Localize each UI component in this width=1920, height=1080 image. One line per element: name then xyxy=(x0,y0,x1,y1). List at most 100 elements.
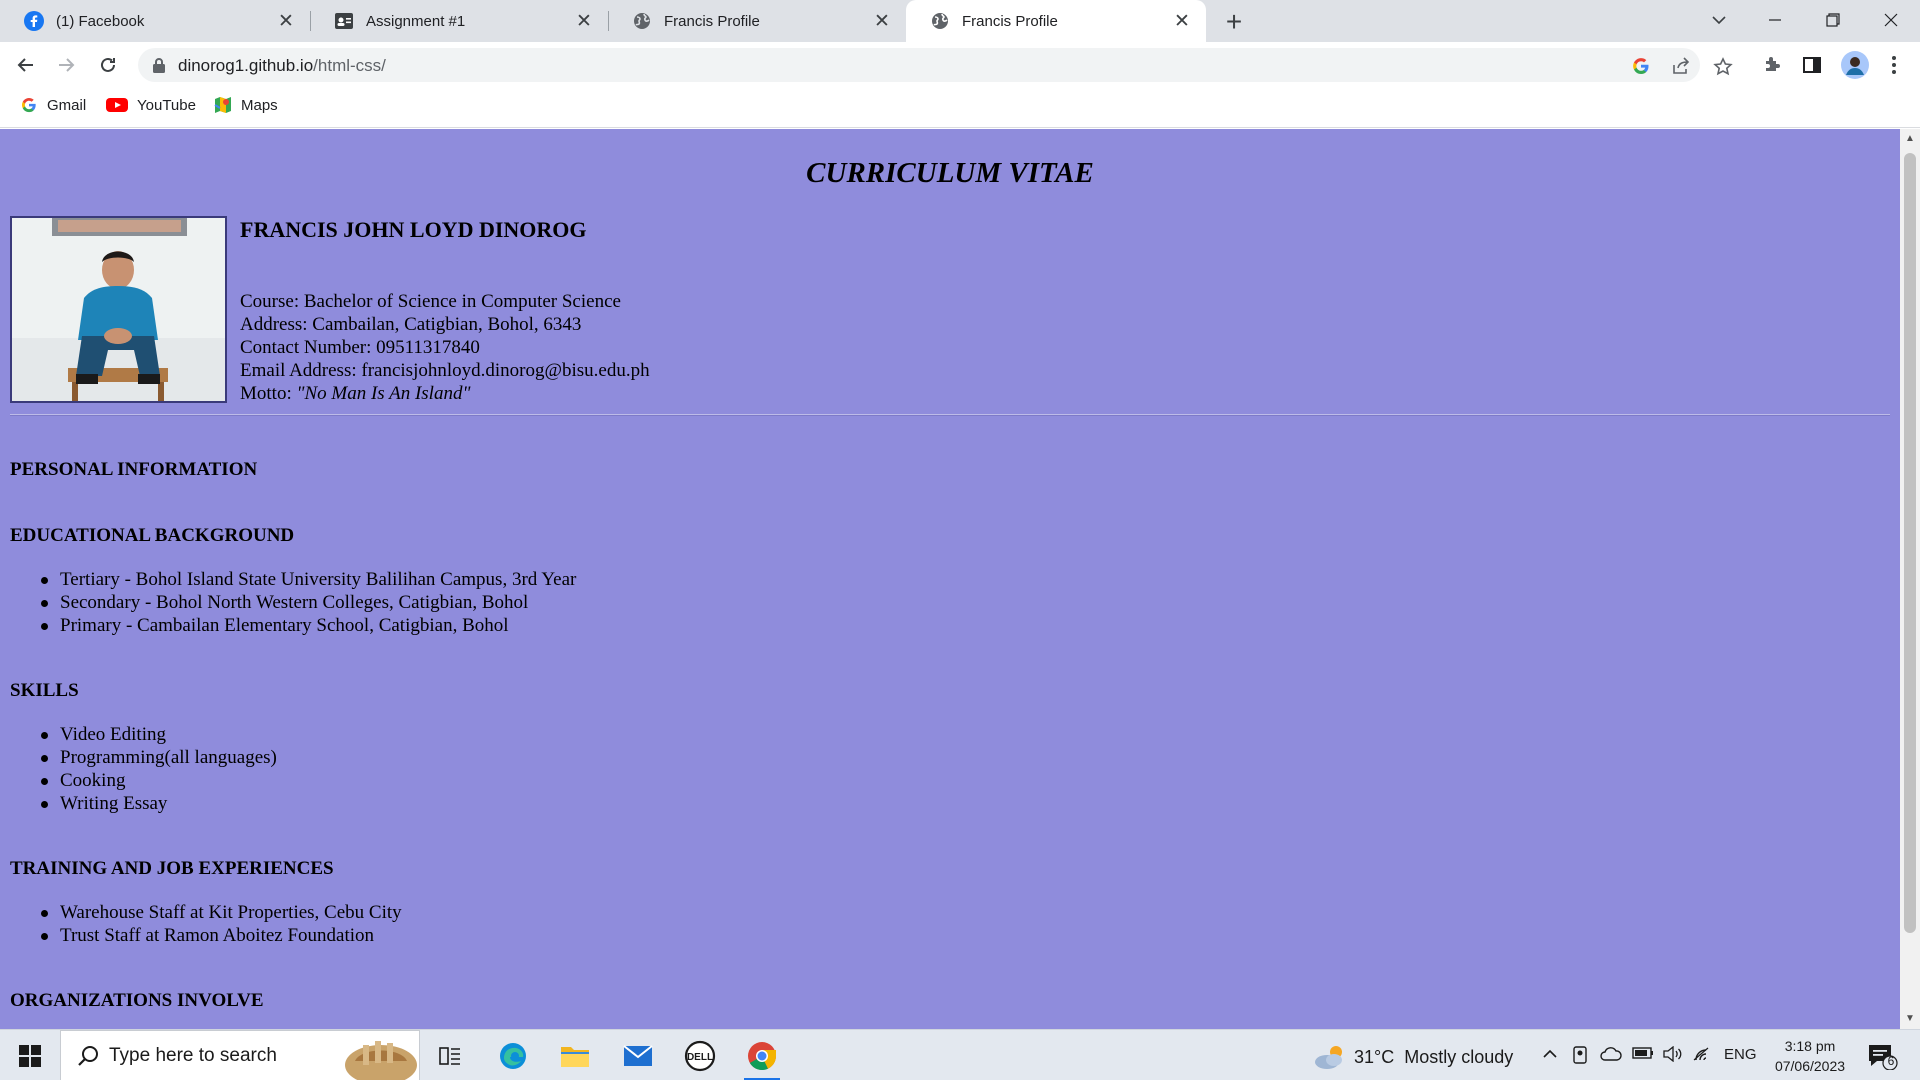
reload-button[interactable] xyxy=(92,49,124,81)
onedrive-cloud-icon[interactable] xyxy=(1600,1046,1622,1065)
menu-kebab-icon[interactable] xyxy=(1882,53,1906,77)
list-item: Tertiary - Bohol Island State University… xyxy=(40,569,577,590)
chrome-icon xyxy=(748,1042,777,1071)
windows-taskbar: Type here to search DELL 31°C Mostly clo… xyxy=(0,1029,1920,1080)
close-icon[interactable]: ✕ xyxy=(1172,11,1192,32)
heading-organizations: ORGANIZATIONS INVOLVE xyxy=(10,990,264,1011)
motto-value: "No Man Is An Island" xyxy=(296,383,471,404)
mail-button[interactable] xyxy=(618,1038,658,1074)
wifi-icon[interactable] xyxy=(1692,1046,1712,1065)
restore-icon xyxy=(1826,13,1840,27)
start-button[interactable] xyxy=(10,1042,50,1070)
scroll-up-arrow-icon[interactable]: ▲ xyxy=(1905,133,1915,144)
bookmark-maps[interactable]: Maps xyxy=(214,96,278,114)
tab-assignment[interactable]: Assignment #1 ✕ xyxy=(310,0,608,42)
file-explorer-button[interactable] xyxy=(555,1038,595,1074)
profile-avatar[interactable] xyxy=(1840,50,1870,80)
chevron-down-icon xyxy=(1712,16,1726,25)
weather-widget[interactable]: 31°C Mostly cloudy xyxy=(1312,1043,1513,1071)
list-item: Primary - Cambailan Elementary School, C… xyxy=(40,614,576,637)
full-name: FRANCIS JOHN LOYD DINOROG xyxy=(240,217,587,242)
profile-photo xyxy=(10,216,227,403)
task-view-button[interactable] xyxy=(430,1038,470,1074)
notification-count: 6 xyxy=(1887,1054,1895,1068)
heading-skills: SKILLS xyxy=(10,680,79,701)
system-clock[interactable]: 3:18 pm 07/06/2023 xyxy=(1764,1036,1856,1076)
battery-icon[interactable] xyxy=(1632,1046,1654,1063)
taskbar-search[interactable]: Type here to search xyxy=(60,1030,420,1080)
page-scrollbar[interactable]: ▲ ▼ xyxy=(1900,129,1920,1029)
page-title: CURRICULUM VITAE xyxy=(806,157,1094,189)
bookmark-gmail[interactable]: Gmail xyxy=(20,96,86,114)
google-translate-icon[interactable] xyxy=(1630,55,1652,77)
heading-personal-information: PERSONAL INFORMATION xyxy=(10,459,258,480)
list-item: Video Editing xyxy=(41,723,277,746)
education-list: Tertiary - Bohol Island State University… xyxy=(40,568,577,637)
email-text: Email Address: francisjohnloyd.dinorog@b… xyxy=(240,360,650,381)
tab-francis-profile-active[interactable]: Francis Profile ✕ xyxy=(906,0,1206,42)
folder-icon xyxy=(561,1047,589,1067)
contact-info: Course: Bachelor of Science in Computer … xyxy=(240,290,650,405)
close-icon[interactable]: ✕ xyxy=(276,11,296,32)
side-panel-icon[interactable] xyxy=(1800,53,1824,77)
mail-icon xyxy=(623,1045,653,1066)
search-icon xyxy=(77,1045,99,1072)
scrollbar-thumb[interactable] xyxy=(1904,153,1916,933)
scroll-down-arrow-icon[interactable]: ▼ xyxy=(1905,1013,1915,1024)
motto-line: Motto: "No Man Is An Island" xyxy=(240,382,650,405)
edge-icon xyxy=(500,1043,526,1069)
extensions-puzzle-icon[interactable] xyxy=(1760,53,1784,77)
restore-button[interactable] xyxy=(1806,0,1860,40)
heading-educational-background: EDUCATIONAL BACKGROUND xyxy=(10,525,295,546)
globe-icon xyxy=(632,11,652,31)
youtube-icon xyxy=(106,96,128,114)
heading-training-job-experiences: TRAINING AND JOB EXPERIENCES xyxy=(10,858,334,879)
list-item: Secondary - Bohol North Western Colleges… xyxy=(40,591,576,614)
lock-icon[interactable] xyxy=(152,57,166,78)
bookmark-star-icon[interactable] xyxy=(1712,56,1734,78)
volume-icon[interactable] xyxy=(1662,1045,1682,1065)
input-language[interactable]: ENG xyxy=(1724,1046,1757,1063)
notification-center-button[interactable]: 6 xyxy=(1866,1042,1898,1071)
bookmark-label: YouTube xyxy=(137,96,196,114)
bookmark-youtube[interactable]: YouTube xyxy=(106,96,196,114)
minimize-icon xyxy=(1769,19,1781,21)
chevron-up-icon[interactable] xyxy=(1542,1046,1558,1065)
page-viewport: CURRICULUM VITAE FRANCIS JOHN LOYD DINOR… xyxy=(0,129,1900,1029)
share-icon[interactable] xyxy=(1670,55,1692,77)
back-button[interactable] xyxy=(10,49,42,81)
tab-title: Francis Profile xyxy=(962,12,1058,30)
close-window-button[interactable] xyxy=(1864,0,1918,40)
list-item: Writing Essay xyxy=(41,792,277,815)
close-icon[interactable]: ✕ xyxy=(574,11,594,32)
new-tab-button[interactable]: + xyxy=(1218,6,1250,38)
url-text[interactable]: dinorog1.github.io/html-css/ xyxy=(178,56,386,76)
minimize-button[interactable] xyxy=(1748,0,1802,40)
forward-button[interactable] xyxy=(50,49,82,81)
search-placeholder: Type here to search xyxy=(109,1044,277,1066)
reload-icon xyxy=(101,57,115,72)
tab-strip: (1) Facebook ✕ Assignment #1 ✕ Francis P… xyxy=(0,0,1920,42)
chrome-button[interactable] xyxy=(742,1038,782,1080)
tab-title: Francis Profile xyxy=(664,12,760,30)
contact-number-text: Contact Number: 09511317840 xyxy=(240,337,480,358)
maps-icon xyxy=(214,96,232,114)
url-path: /html-css/ xyxy=(313,56,386,75)
tab-francis-profile[interactable]: Francis Profile ✕ xyxy=(608,0,906,42)
close-icon[interactable]: ✕ xyxy=(872,11,892,32)
tab-title: Assignment #1 xyxy=(366,12,466,30)
list-item: Programming(all languages) xyxy=(41,747,277,768)
facebook-icon xyxy=(24,11,44,31)
dell-button[interactable]: DELL xyxy=(680,1038,720,1074)
bookmarks-bar: Gmail YouTube Maps xyxy=(0,88,1920,128)
divider xyxy=(10,414,1890,416)
globe-icon xyxy=(930,11,950,31)
cloudy-weather-icon xyxy=(1315,1046,1342,1069)
edge-browser-button[interactable] xyxy=(493,1038,533,1074)
url-host: dinorog1.github.io xyxy=(178,56,314,75)
course-text: Course: Bachelor of Science in Computer … xyxy=(240,291,621,312)
meet-now-icon[interactable] xyxy=(1572,1046,1588,1067)
address-bar[interactable]: dinorog1.github.io/html-css/ xyxy=(138,48,1700,82)
tab-facebook[interactable]: (1) Facebook ✕ xyxy=(0,0,310,42)
tab-search-button[interactable] xyxy=(1692,0,1746,40)
